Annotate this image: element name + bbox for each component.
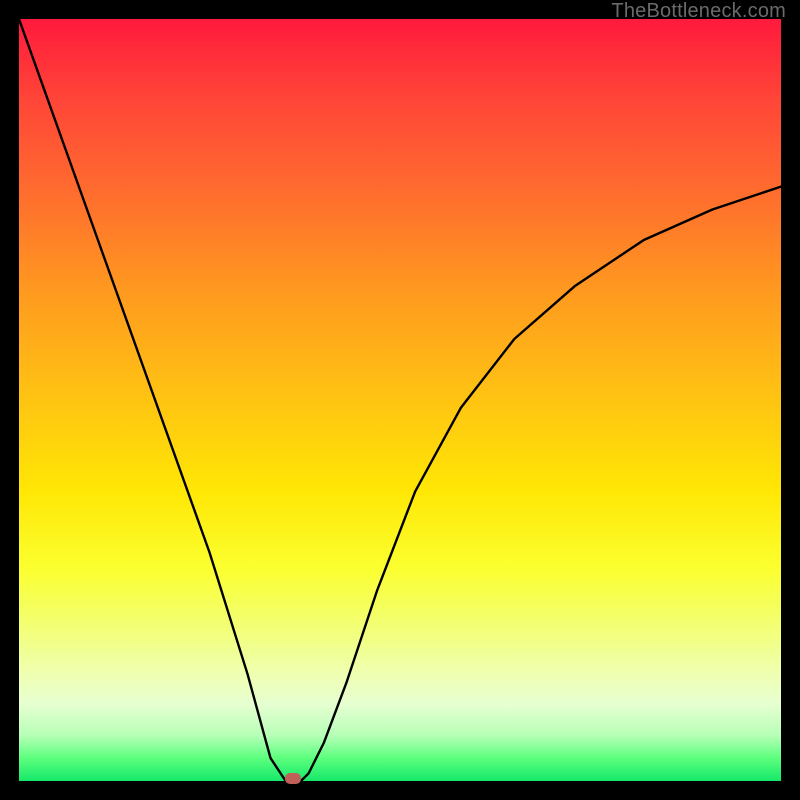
bottleneck-curve: [19, 19, 781, 781]
optimum-marker: [285, 773, 301, 784]
watermark-text: TheBottleneck.com: [611, 0, 786, 23]
plot-area: [19, 19, 781, 781]
chart-frame: TheBottleneck.com: [0, 0, 800, 800]
